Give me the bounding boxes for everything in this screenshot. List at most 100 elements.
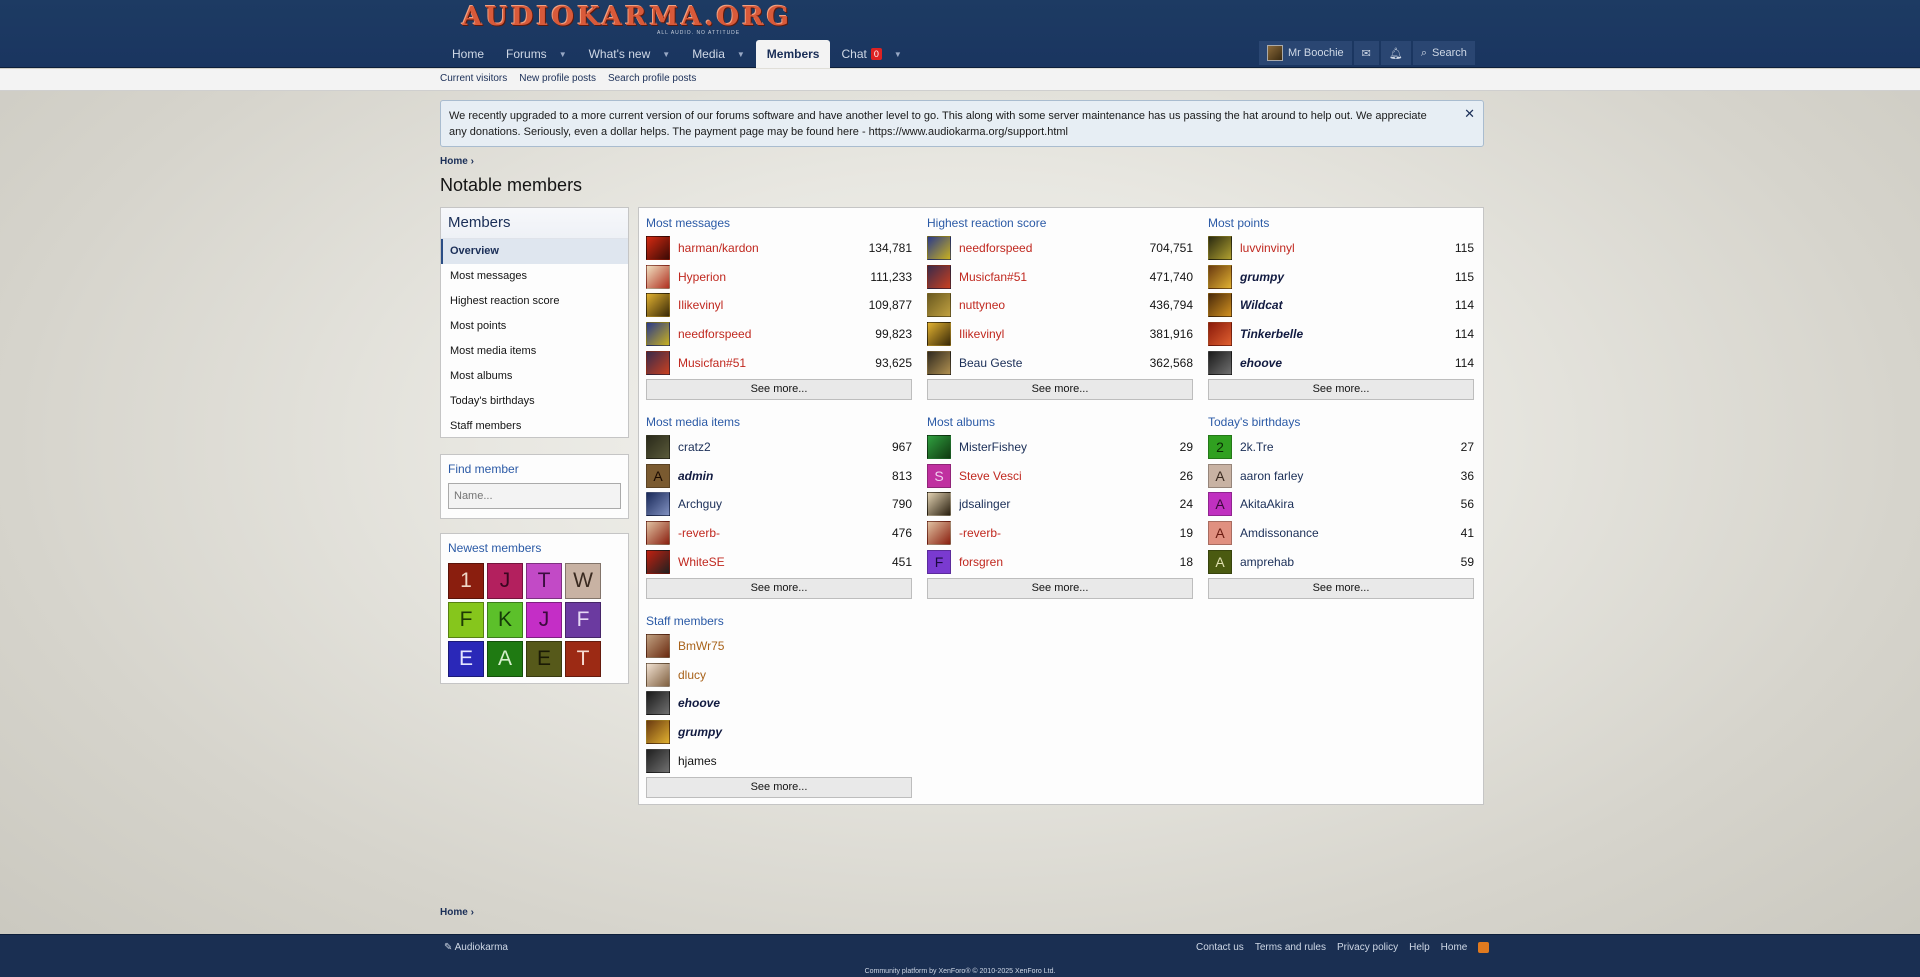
search-button[interactable]: ⌕ Search [1412,41,1475,65]
chevron-down-icon[interactable]: ▼ [559,50,567,59]
sidebar-item-todays-birthdays[interactable]: Today's birthdays [441,389,628,414]
avatar[interactable] [1208,264,1232,289]
username-link[interactable]: cratz2 [678,440,892,454]
see-more-button[interactable]: See more... [927,577,1193,599]
birthdays-title[interactable]: Today's birthdays [1208,413,1474,433]
chevron-down-icon[interactable]: ▼ [894,50,902,59]
username-link[interactable]: grumpy [678,725,912,739]
nav-forums-label[interactable]: Forums [506,47,547,61]
footer-brand[interactable]: ✎ Audiokarma [444,942,508,953]
newest-member-avatar[interactable]: E [448,641,484,677]
footer-link-terms[interactable]: Terms and rules [1255,942,1326,953]
account-button[interactable]: Mr Boochie [1259,41,1352,65]
rss-icon[interactable] [1478,942,1490,953]
avatar[interactable] [927,293,951,318]
see-more-button[interactable]: See more... [1208,378,1474,400]
username-link[interactable]: amprehab [1240,555,1461,569]
avatar[interactable] [646,322,670,347]
avatar[interactable] [646,521,670,546]
username-link[interactable]: -reverb- [678,526,892,540]
newest-member-avatar[interactable]: J [487,563,523,599]
nav-whats-new-label[interactable]: What's new [589,47,651,61]
username-link[interactable]: Tinkerbelle [1240,327,1455,341]
username-link[interactable]: dlucy [678,668,912,682]
avatar[interactable] [1208,293,1232,318]
username-link[interactable]: Ilikevinyl [959,327,1150,341]
avatar[interactable]: A [1208,549,1232,574]
see-more-button[interactable]: See more... [1208,577,1474,599]
see-more-button[interactable]: See more... [646,378,912,400]
bell-icon[interactable]: 🔔︎ [1389,47,1403,60]
avatar[interactable] [1208,350,1232,375]
nav-members-label[interactable]: Members [767,47,820,61]
username-link[interactable]: harman/kardon [678,241,869,255]
avatar[interactable] [927,236,951,261]
nav-home[interactable]: Home [441,40,495,68]
footer-link-home[interactable]: Home [1441,942,1468,953]
avatar[interactable] [646,662,670,687]
username-link[interactable]: hjames [678,754,912,768]
username-link[interactable]: admin [678,469,892,483]
newest-member-avatar[interactable]: T [565,641,601,677]
nav-forums[interactable]: Forums ▼ [495,40,578,68]
avatar[interactable] [1267,45,1283,61]
username-link[interactable]: -reverb- [959,526,1180,540]
username-link[interactable]: forsgren [959,555,1180,569]
most-media-title[interactable]: Most media items [646,413,912,433]
close-icon[interactable]: ✕ [1464,106,1475,122]
footer-link-contact[interactable]: Contact us [1196,942,1244,953]
username-link[interactable]: ehoove [678,696,912,710]
username-link[interactable]: grumpy [1240,270,1455,284]
nav-media-label[interactable]: Media [692,47,725,61]
avatar[interactable] [646,492,670,517]
avatar[interactable]: A [1208,463,1232,488]
nav-home-label[interactable]: Home [452,47,484,61]
avatar[interactable] [646,720,670,745]
avatar[interactable] [646,691,670,716]
logo-text[interactable]: AUDIOKARMA.ORG [462,2,802,32]
breadcrumb-home[interactable]: Home [440,907,468,918]
avatar[interactable] [1208,236,1232,261]
subnav-current-visitors[interactable]: Current visitors [440,73,507,84]
username-link[interactable]: needforspeed [678,327,875,341]
most-points-title[interactable]: Most points [1208,214,1474,234]
avatar[interactable]: S [927,463,951,488]
newest-member-avatar[interactable]: 1 [448,563,484,599]
newest-member-avatar[interactable]: E [526,641,562,677]
breadcrumb[interactable]: Home › [440,156,474,167]
newest-member-avatar[interactable]: F [448,602,484,638]
avatar[interactable] [646,293,670,318]
avatar[interactable] [927,322,951,347]
staff-members-title[interactable]: Staff members [646,612,912,632]
chevron-down-icon[interactable]: ▼ [662,50,670,59]
newest-member-avatar[interactable]: T [526,563,562,599]
avatar[interactable]: A [646,463,670,488]
see-more-button[interactable]: See more... [646,577,912,599]
site-logo[interactable]: AUDIOKARMA.ORG ALL AUDIO. NO ATTITUDE [462,2,802,36]
nav-whats-new[interactable]: What's new ▼ [578,40,682,68]
subnav-new-profile-posts[interactable]: New profile posts [519,73,596,84]
avatar[interactable]: A [1208,492,1232,517]
avatar[interactable] [646,350,670,375]
sidebar-item-staff-members[interactable]: Staff members [441,414,628,439]
sidebar-item-most-albums[interactable]: Most albums [441,364,628,389]
search-icon[interactable]: ⌕ [1421,47,1427,60]
footer-link-privacy[interactable]: Privacy policy [1337,942,1398,953]
username-link[interactable]: Musicfan#51 [959,270,1150,284]
username-link[interactable]: needforspeed [959,241,1150,255]
account-username[interactable]: Mr Boochie [1288,47,1344,59]
conversations-button[interactable]: ✉ [1353,41,1379,65]
subnav-search-profile-posts[interactable]: Search profile posts [608,73,696,84]
nav-chat[interactable]: Chat 0 ▼ [830,40,912,68]
chevron-down-icon[interactable]: ▼ [737,50,745,59]
username-link[interactable]: MisterFishey [959,440,1180,454]
newest-member-avatar[interactable]: A [487,641,523,677]
newest-member-avatar[interactable]: W [565,563,601,599]
username-link[interactable]: jdsalinger [959,497,1180,511]
nav-media[interactable]: Media ▼ [681,40,756,68]
username-link[interactable]: Musicfan#51 [678,356,875,370]
username-link[interactable]: ehoove [1240,356,1455,370]
username-link[interactable]: aaron farley [1240,469,1461,483]
username-link[interactable]: Archguy [678,497,892,511]
avatar[interactable] [927,521,951,546]
